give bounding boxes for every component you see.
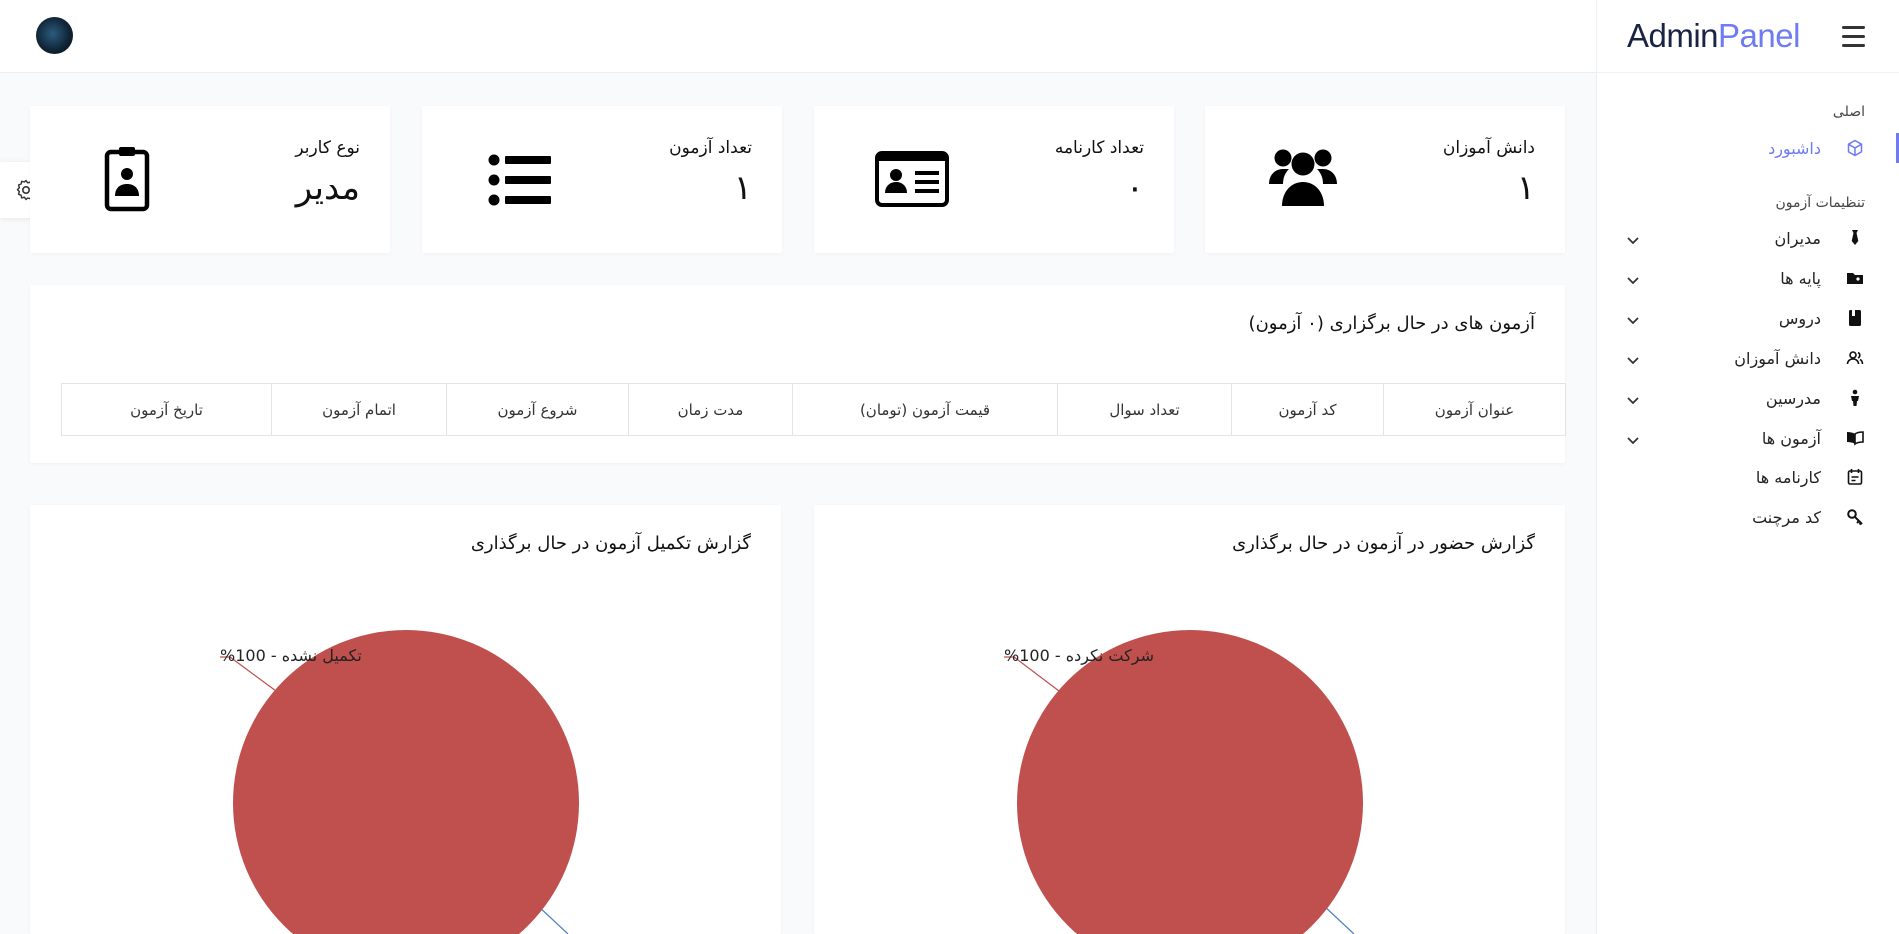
- chevron-down-icon: [1626, 231, 1640, 250]
- sidebar-item-label: کارنامه ها: [1755, 467, 1821, 487]
- tie-icon: [1845, 229, 1865, 247]
- brand-admin: Admin: [1627, 17, 1719, 54]
- stat-title: دانش آموزان: [1442, 138, 1535, 158]
- column-header[interactable]: مدت زمان: [628, 383, 793, 436]
- sidebar-item-label: مدرسین: [1765, 388, 1821, 408]
- folder-icon: [1845, 270, 1865, 286]
- sidebar-item-reportcards[interactable]: کارنامه ها: [1596, 459, 1899, 495]
- book-icon: [1845, 309, 1865, 327]
- ongoing-exams-panel: آزمون های در حال برگزاری (۰ آزمون) عنوان…: [30, 285, 1566, 463]
- sidebar-item-lessons[interactable]: دروس: [1596, 300, 1899, 336]
- chevron-down-icon: [1626, 391, 1640, 410]
- stat-title: تعداد کارنامه: [1054, 138, 1144, 158]
- key-icon: [1845, 508, 1865, 526]
- sidebar-item-label: مدیران: [1774, 228, 1821, 248]
- column-header[interactable]: تعداد سوال: [1057, 383, 1232, 436]
- completion-pie-chart: تکمیل نشده - 100%: [220, 630, 579, 934]
- sidebar-item-label: داشبورد: [1768, 138, 1821, 158]
- stat-value: ۱: [1516, 168, 1535, 208]
- chevron-down-icon: [1626, 351, 1640, 370]
- chevron-down-icon: [1626, 431, 1640, 450]
- stat-title: تعداد آزمون: [669, 138, 752, 158]
- stat-card-reportcards: تعداد کارنامه ۰: [814, 106, 1174, 253]
- sidebar-item-dashboard[interactable]: داشبورد: [1596, 130, 1899, 166]
- stat-value: ۱: [733, 168, 752, 208]
- sidebar-item-label: آزمون ها: [1761, 428, 1821, 448]
- ongoing-exams-table: عنوان آزمون کد آزمون تعداد سوال قیمت آزم…: [61, 383, 1566, 436]
- pie-leader-line-alt: [1322, 904, 1355, 934]
- pie-slice-label: تکمیل نشده - 100%: [220, 646, 362, 665]
- brand-bar: AdminPanel: [1597, 0, 1899, 73]
- person-icon: [1845, 389, 1865, 407]
- book-open-icon: [1845, 430, 1865, 446]
- ongoing-exams-title: آزمون های در حال برگزاری (۰ آزمون): [1248, 313, 1535, 334]
- column-header[interactable]: عنوان آزمون: [1383, 383, 1566, 436]
- column-header[interactable]: اتمام آزمون: [271, 383, 447, 436]
- top-bar: [0, 0, 1596, 73]
- column-header[interactable]: قیمت آزمون (تومان): [792, 383, 1058, 436]
- completion-report-panel: گزارش تکمیل آزمون در حال برگذاری تکمیل ن…: [30, 505, 781, 934]
- stat-value: ۰: [1125, 168, 1144, 208]
- pie-slice-label: شرکت نکرده - 100%: [1004, 646, 1154, 666]
- list-icon: [488, 154, 551, 206]
- sidebar-item-label: دانش آموزان: [1734, 348, 1821, 368]
- attendance-report-panel: گزارش حضور در آزمون در حال برگذاری شرکت …: [814, 505, 1565, 934]
- sidebar-item-label: پایه ها: [1780, 268, 1821, 288]
- column-header[interactable]: تاریخ آزمون: [61, 383, 272, 436]
- sidebar-item-label: کد مرچنت: [1752, 507, 1821, 527]
- section-main-label: اصلی: [1832, 104, 1865, 120]
- stat-title: نوع کاربر: [295, 138, 360, 158]
- stat-card-exams: تعداد آزمون ۱: [422, 106, 782, 253]
- chevron-down-icon: [1626, 311, 1640, 330]
- pie-slice[interactable]: [1017, 630, 1363, 934]
- calendar-icon: [1845, 468, 1865, 486]
- stat-card-students: دانش آموزان ۱: [1205, 106, 1565, 253]
- brand-logo[interactable]: AdminPanel: [1627, 17, 1800, 55]
- section-exam-label: تنظیمات آزمون: [1775, 195, 1865, 211]
- stat-card-user-type: نوع کاربر مدیر: [30, 106, 390, 253]
- cube-icon: [1845, 139, 1865, 157]
- attendance-pie-chart: شرکت نکرده - 100%: [1004, 630, 1363, 934]
- stat-value: مدیر: [295, 168, 360, 208]
- user-avatar[interactable]: [36, 17, 73, 54]
- users-icon: [1269, 149, 1337, 206]
- brand-panel: Panel: [1718, 17, 1800, 54]
- sidebar-item-exams[interactable]: آزمون ها: [1596, 420, 1899, 456]
- menu-toggle-button[interactable]: [1842, 25, 1865, 47]
- sidebar: AdminPanel اصلی داشبورد تنظیمات آزمون مد…: [1596, 0, 1899, 934]
- column-header[interactable]: کد آزمون: [1231, 383, 1384, 436]
- pie-slice[interactable]: [233, 630, 579, 934]
- users-icon: [1845, 350, 1865, 366]
- column-header[interactable]: شروع آزمون: [446, 383, 629, 436]
- badge-icon: [104, 147, 150, 212]
- chevron-down-icon: [1626, 271, 1640, 290]
- sidebar-item-students[interactable]: دانش آموزان: [1596, 340, 1899, 376]
- sidebar-item-label: دروس: [1778, 308, 1821, 328]
- sidebar-item-managers[interactable]: مدیران: [1596, 220, 1899, 256]
- sidebar-item-teachers[interactable]: مدرسین: [1596, 380, 1899, 416]
- sidebar-item-grades[interactable]: پایه ها: [1596, 260, 1899, 296]
- sidebar-item-merchant-code[interactable]: کد مرچنت: [1596, 499, 1899, 535]
- id-card-icon: [875, 151, 949, 207]
